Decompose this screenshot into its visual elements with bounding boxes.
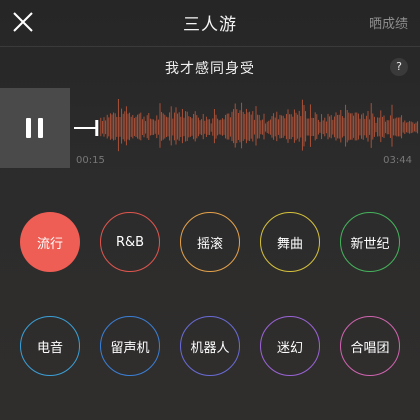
total-time: 03:44 xyxy=(383,155,412,166)
help-button[interactable]: ? xyxy=(390,58,408,76)
genre-button[interactable]: R&B xyxy=(100,212,160,272)
close-icon xyxy=(13,12,33,32)
share-results-button[interactable]: 晒成绩 xyxy=(369,13,408,32)
screen: 三人游 晒成绩 我才感同身受 ? 00:15 03:44 流行 R&B 摇滚 舞曲 新世… xyxy=(0,0,420,420)
pause-button[interactable] xyxy=(0,88,70,168)
genre-button[interactable]: 迷幻 xyxy=(260,316,320,376)
page-title: 三人游 xyxy=(183,15,237,35)
header-divider xyxy=(0,46,420,47)
close-button[interactable] xyxy=(10,9,36,35)
genre-button[interactable]: 摇滚 xyxy=(180,212,240,272)
genre-button[interactable]: 流行 xyxy=(20,212,80,272)
song-title: 我才感同身受 xyxy=(165,61,255,77)
genre-button[interactable]: 合唱团 xyxy=(340,316,400,376)
current-time: 00:15 xyxy=(76,155,105,166)
waveform[interactable] xyxy=(70,88,420,158)
genre-button[interactable]: 新世纪 xyxy=(340,212,400,272)
header: 三人游 晒成绩 xyxy=(0,0,420,46)
playhead-handle[interactable] xyxy=(95,120,99,136)
waveform-bars xyxy=(100,99,419,152)
genre-button[interactable]: 舞曲 xyxy=(260,212,320,272)
genre-button[interactable]: 机器人 xyxy=(180,316,240,376)
genre-button[interactable]: 留声机 xyxy=(100,316,160,376)
waveform-area: 00:15 03:44 xyxy=(0,88,420,168)
genre-button[interactable]: 电音 xyxy=(20,316,80,376)
pause-icon-left-bar xyxy=(26,118,31,138)
pause-icon-right-bar xyxy=(38,118,43,138)
